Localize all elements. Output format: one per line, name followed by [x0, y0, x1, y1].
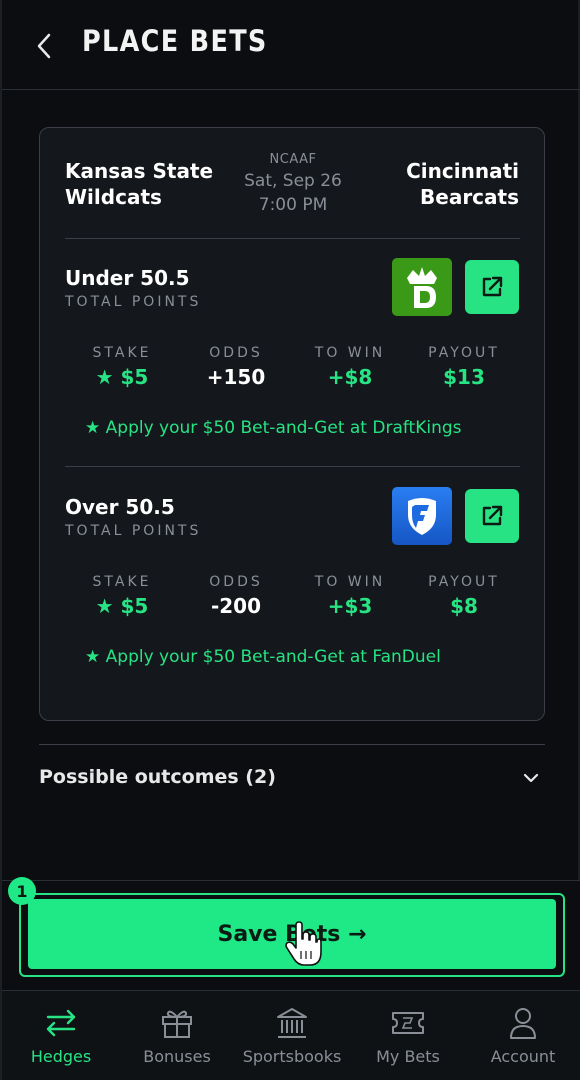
- external-link-icon: [482, 505, 503, 526]
- nav-item-sportsbooks[interactable]: Sportsbooks: [234, 991, 350, 1080]
- bet-stats: STAKE ★ $5 ODDS +150 TO WIN +$8 PAYOUT $…: [65, 344, 520, 394]
- nav-label: Bonuses: [143, 1047, 211, 1066]
- bet-slip-card: Kansas State Wildcats NCAAF Sat, Sep 26 …: [39, 127, 545, 721]
- stake-value: ★ $5: [95, 594, 149, 618]
- draftkings-crown-icon: [407, 267, 437, 308]
- divider: [65, 238, 520, 239]
- home-team: Kansas State Wildcats: [65, 158, 213, 210]
- stake-label: STAKE: [92, 574, 152, 590]
- payout: PAYOUT $8: [407, 573, 521, 621]
- bet-line: Under 50.5: [65, 266, 190, 290]
- nav-label: Account: [490, 1047, 556, 1066]
- nav-label: Hedges: [30, 1047, 92, 1066]
- stake: STAKE ★ $5: [65, 573, 179, 621]
- odds-value: -200: [210, 594, 262, 618]
- nav-item-hedges[interactable]: Hedges: [3, 991, 119, 1080]
- back-button[interactable]: [30, 26, 58, 66]
- ticket-icon: [390, 1005, 426, 1041]
- stake: STAKE ★ $5: [65, 344, 179, 392]
- odds: ODDS +150: [179, 344, 293, 392]
- possible-outcomes-label: Possible outcomes (2): [39, 766, 276, 788]
- hand-pointer-icon: [285, 921, 322, 966]
- odds-label: ODDS: [209, 345, 263, 361]
- payout-value: $8: [450, 594, 478, 618]
- bet-line: Over 50.5: [65, 495, 175, 519]
- to-win: TO WIN +$3: [293, 573, 407, 621]
- payout-label: PAYOUT: [428, 345, 500, 361]
- payout-label: PAYOUT: [428, 574, 500, 590]
- bet-item: Over 50.5 TOTAL POINTS STAKE ★ $5 ODDS -…: [40, 487, 544, 705]
- stake-value: ★ $5: [95, 365, 149, 389]
- away-team-line1: Cincinnati: [406, 159, 519, 183]
- app-frame: PLACE BETS Kansas State Wildcats NCAAF S…: [0, 0, 580, 1080]
- promo-link[interactable]: ★ Apply your $50 Bet-and-Get at DraftKin…: [85, 418, 462, 438]
- chevron-left-icon: [37, 33, 51, 59]
- bet-item: Under 50.5 TOTAL POINTS STAKE ★ $5 ODDS …: [40, 258, 544, 476]
- to-win-value: +$8: [327, 365, 373, 389]
- home-team-line2: Wildcats: [65, 185, 162, 209]
- bet-type: TOTAL POINTS: [65, 523, 202, 539]
- payout-value: $13: [443, 365, 485, 389]
- save-bar: Save Bets → 1: [2, 877, 580, 990]
- to-win-label: TO WIN: [314, 345, 386, 361]
- game-info: NCAAF Sat, Sep 26 7:00 PM: [220, 151, 366, 217]
- game-league: NCAAF: [269, 152, 317, 167]
- to-win-label: TO WIN: [314, 574, 386, 590]
- step-badge: 1: [8, 877, 36, 905]
- game-date: Sat, Sep 26: [244, 171, 342, 191]
- nav-item-my-bets[interactable]: My Bets: [350, 991, 466, 1080]
- nav-label: My Bets: [376, 1047, 440, 1066]
- to-win: TO WIN +$8: [293, 344, 407, 392]
- arrows-swap-icon: [43, 1005, 79, 1041]
- bet-stats: STAKE ★ $5 ODDS -200 TO WIN +$3 PAYOUT $…: [65, 573, 520, 623]
- nav-label: Sportsbooks: [242, 1047, 342, 1066]
- game-time: 7:00 PM: [258, 195, 328, 215]
- bet-type: TOTAL POINTS: [65, 294, 202, 310]
- matchup: Kansas State Wildcats NCAAF Sat, Sep 26 …: [40, 128, 544, 238]
- away-team: Cincinnati Bearcats: [406, 158, 519, 210]
- external-link-icon: [482, 276, 503, 297]
- page-title: PLACE BETS: [82, 24, 268, 58]
- draftkings-logo[interactable]: [392, 258, 452, 316]
- header: PLACE BETS: [2, 0, 580, 90]
- bottom-nav: Hedges Bonuses Sportsbooks My Bets Accou…: [2, 990, 580, 1080]
- payout: PAYOUT $13: [407, 344, 521, 392]
- open-sportsbook-button[interactable]: [465, 489, 519, 543]
- stake-label: STAKE: [92, 345, 152, 361]
- odds: ODDS -200: [179, 573, 293, 621]
- open-sportsbook-button[interactable]: [465, 260, 519, 314]
- divider: [39, 744, 545, 745]
- nav-item-bonuses[interactable]: Bonuses: [119, 991, 235, 1080]
- home-team-line1: Kansas State: [65, 159, 214, 183]
- to-win-value: +$3: [327, 594, 373, 618]
- fanduel-shield-icon: [408, 498, 436, 535]
- divider: [65, 466, 520, 467]
- nav-item-account[interactable]: Account: [465, 991, 580, 1080]
- chevron-down-icon: [523, 773, 539, 783]
- bank-icon: [274, 1005, 310, 1041]
- odds-value: +150: [206, 365, 266, 389]
- away-team-line2: Bearcats: [420, 185, 519, 209]
- gift-icon: [159, 1005, 195, 1041]
- person-icon: [505, 1005, 541, 1041]
- promo-link[interactable]: ★ Apply your $50 Bet-and-Get at FanDuel: [85, 647, 441, 667]
- fanduel-logo[interactable]: [392, 487, 452, 545]
- odds-label: ODDS: [209, 574, 263, 590]
- possible-outcomes-toggle[interactable]: Possible outcomes (2): [39, 760, 545, 798]
